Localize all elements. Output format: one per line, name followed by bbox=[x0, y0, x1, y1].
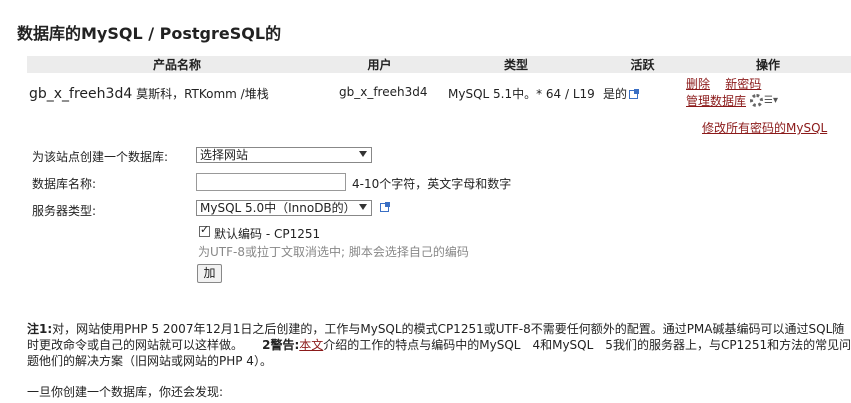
menu-dropdown-icon[interactable]: ☰▾ bbox=[764, 95, 778, 106]
gear-icon[interactable] bbox=[750, 93, 764, 107]
dbname-hint: 4-10个字符，英文字母和数字 bbox=[352, 177, 512, 191]
server-type-select[interactable]: MySQL 5.0中（InnoDB的） bbox=[196, 200, 372, 216]
note2-label: 2警告: bbox=[262, 338, 300, 352]
external-link-icon[interactable] bbox=[380, 202, 390, 212]
change-all-passwords-link[interactable]: 修改所有密码的MySQL bbox=[702, 119, 827, 136]
dbname-label: 数据库名称: bbox=[32, 177, 97, 191]
header-type: 类型 bbox=[432, 56, 600, 73]
header-actions: 操作 bbox=[685, 56, 851, 73]
db-owner: 莫斯科，RTKomm /堆栈 bbox=[136, 87, 269, 101]
header-product-name: 产品名称 bbox=[27, 56, 327, 73]
article-link[interactable]: 本文 bbox=[299, 338, 323, 352]
default-encoding-checkbox[interactable] bbox=[199, 223, 210, 237]
db-name: gb_x_freeh3d4 bbox=[29, 86, 133, 102]
db-active: 是的 bbox=[603, 87, 628, 101]
site-label: 为该站点创建一个数据库: bbox=[32, 150, 169, 164]
header-user: 用户 bbox=[327, 56, 432, 73]
delete-link[interactable]: 删除 bbox=[686, 77, 710, 91]
footer-text: 一旦你创建一个数据库，你还会发现: bbox=[27, 385, 224, 399]
site-select-value: 选择网站 bbox=[200, 148, 249, 162]
site-select[interactable]: 选择网站 bbox=[196, 147, 372, 163]
header-active: 活跃 bbox=[600, 56, 685, 73]
chevron-down-icon bbox=[359, 204, 367, 210]
add-button[interactable]: 加 bbox=[197, 264, 222, 283]
note1-label: 注1: bbox=[27, 322, 53, 336]
dbname-input[interactable] bbox=[196, 173, 346, 191]
db-type: MySQL 5.1中。* 64 / L19 bbox=[448, 87, 595, 101]
encoding-hint: 为UTF-8或拉丁文取消选中; 脚本会选择自己的编码 bbox=[198, 245, 469, 259]
external-link-icon[interactable] bbox=[629, 89, 640, 99]
actions-cell: 删除 新密码 管理数据库 ☰▾ bbox=[686, 75, 846, 109]
chevron-down-icon bbox=[359, 151, 367, 157]
db-user: gb_x_freeh3d4 bbox=[339, 85, 428, 99]
new-password-link[interactable]: 新密码 bbox=[725, 77, 761, 91]
page-title: 数据库的MySQL / PostgreSQL的 bbox=[17, 24, 282, 43]
server-type-label: 服务器类型: bbox=[32, 204, 97, 218]
default-encoding-label: 默认编码 - CP1251 bbox=[214, 227, 321, 241]
server-type-value: MySQL 5.0中（InnoDB的） bbox=[200, 201, 356, 215]
table-header-row: 产品名称 用户 类型 活跃 操作 bbox=[27, 56, 851, 73]
notes-block: 注1:对，网站使用PHP 5 2007年12月1日之后创建的，工作与MySQL的… bbox=[27, 321, 851, 369]
manage-db-link[interactable]: 管理数据库 bbox=[686, 92, 746, 109]
